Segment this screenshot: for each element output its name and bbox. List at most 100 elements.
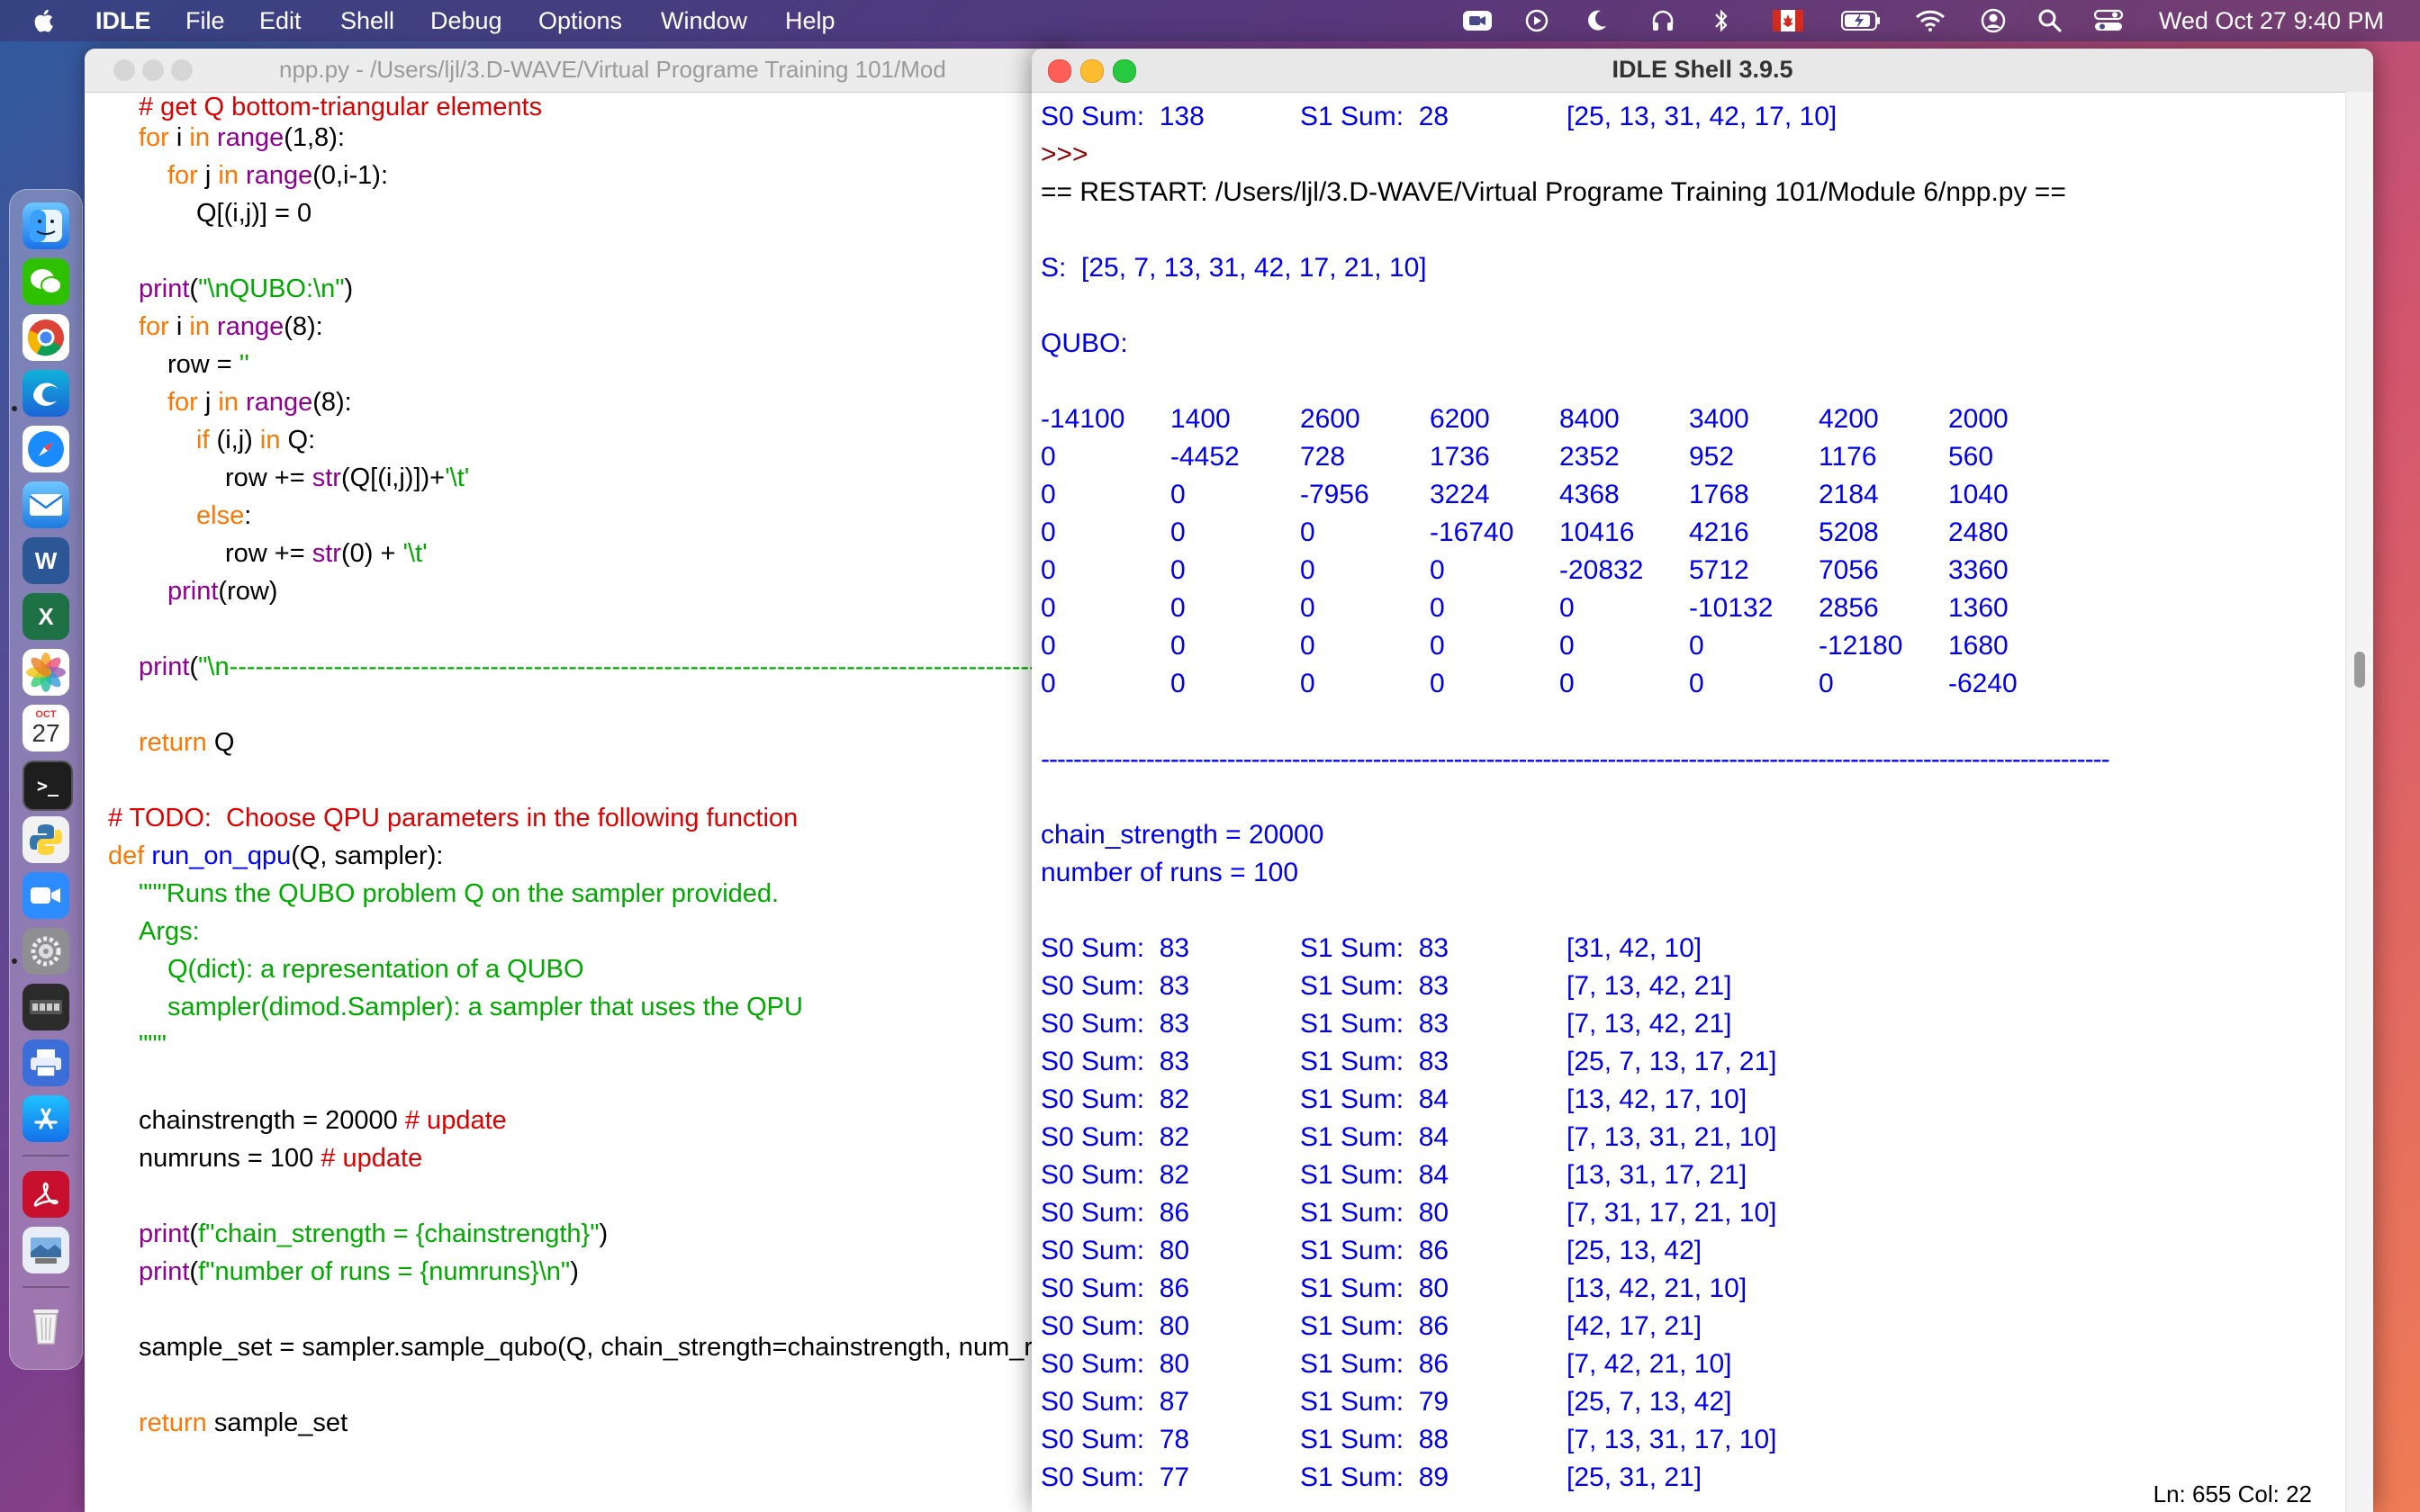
qubo-cell: 0 — [1170, 631, 1186, 661]
bluetooth-icon[interactable] — [1709, 5, 1734, 36]
menu-bar: IDLE File Edit Shell Debug Options Windo… — [0, 0, 2420, 41]
preview-screenshots-icon[interactable] — [23, 1227, 69, 1274]
calendar-icon[interactable]: OCT 27 — [23, 705, 69, 752]
previous-s1-sum: S1 Sum: 28 — [1300, 102, 1449, 131]
result-s0-sum: S0 Sum: 80 — [1041, 1349, 1190, 1379]
zoom-button[interactable] — [171, 59, 193, 81]
control-center-icon[interactable] — [2092, 5, 2125, 36]
chrome-icon[interactable] — [23, 314, 69, 361]
shell-title: IDLE Shell 3.9.5 — [1612, 56, 1793, 83]
app-store-icon[interactable] — [23, 1095, 69, 1142]
excel-icon[interactable]: X — [23, 593, 69, 640]
do-not-disturb-moon-icon[interactable] — [1581, 5, 1612, 36]
qubo-cell: -12180 — [1819, 631, 1903, 661]
code-line: sample_set = sampler.sample_qubo(Q, chai… — [139, 1333, 1075, 1362]
qubo-cell: 0 — [1170, 555, 1186, 585]
scrollbar-thumb[interactable] — [2354, 652, 2365, 688]
result-s1-sum: S1 Sum: 80 — [1300, 1198, 1449, 1228]
system-preferences-gear-icon[interactable] — [23, 928, 69, 975]
wifi-icon[interactable] — [1914, 5, 1946, 36]
menu-file[interactable]: File — [185, 7, 225, 35]
calendar-day: 27 — [32, 719, 60, 747]
qubo-cell: 0 — [1430, 669, 1445, 698]
idle-shell-window: IDLE Shell 3.9.5 S0 Sum: 138 S1 Sum: 28 … — [1032, 49, 2373, 1512]
qubo-cell: 0 — [1300, 631, 1315, 661]
result-s1-sum: S1 Sum: 86 — [1300, 1236, 1449, 1265]
menu-debug[interactable]: Debug — [430, 7, 502, 35]
screen-record-icon[interactable] — [1522, 5, 1552, 36]
result-s0-sum: S0 Sum: 80 — [1041, 1236, 1190, 1265]
python-launcher-icon[interactable] — [23, 816, 69, 863]
shell-scrollbar[interactable] — [2345, 92, 2373, 1512]
zoom-status-icon[interactable] — [1462, 5, 1493, 36]
menu-edit[interactable]: Edit — [259, 7, 302, 35]
shell-output-area[interactable]: S0 Sum: 138 S1 Sum: 28 [25, 13, 31, 42, … — [1032, 92, 2346, 1512]
qubo-cell: 0 — [1689, 669, 1704, 698]
editor-window: npp.py - /Users/ljl/3.D-WAVE/Virtual Pro… — [85, 49, 1075, 1512]
code-line: Args: — [139, 917, 200, 946]
qubo-cell: 2184 — [1819, 480, 1879, 509]
mail-icon[interactable] — [23, 482, 69, 528]
menu-bar-clock[interactable]: Wed Oct 27 9:40 PM — [2159, 7, 2384, 35]
menu-shell[interactable]: Shell — [340, 7, 394, 35]
result-s1-sum: S1 Sum: 84 — [1300, 1160, 1449, 1190]
wechat-icon[interactable] — [23, 258, 69, 305]
qubo-cell: 0 — [1041, 480, 1056, 509]
menu-help[interactable]: Help — [785, 7, 835, 35]
photos-icon[interactable] — [23, 649, 69, 696]
headphones-icon[interactable] — [1648, 5, 1678, 36]
qubo-cell: 0 — [1430, 555, 1445, 585]
qubo-cell: 3400 — [1689, 404, 1749, 434]
code-line: sampler(dimod.Sampler): a sampler that u… — [167, 993, 803, 1022]
input-source-flag-icon[interactable] — [1772, 5, 1804, 36]
result-s0-sum: S0 Sum: 83 — [1041, 1047, 1190, 1076]
menu-options[interactable]: Options — [538, 7, 622, 35]
code-line: print(f"chain_strength = {chainstrength}… — [139, 1220, 609, 1248]
safari-icon[interactable] — [23, 426, 69, 472]
printer-icon[interactable] — [23, 1040, 69, 1086]
qubo-cell: 6200 — [1430, 404, 1490, 434]
code-line: for j in range(0,i-1): — [167, 161, 389, 190]
apple-menu-icon[interactable] — [31, 5, 59, 36]
zoom-app-icon[interactable] — [23, 872, 69, 919]
code-line: return sample_set — [139, 1408, 348, 1437]
spotlight-search-icon[interactable] — [2036, 5, 2063, 36]
terminal-icon[interactable]: >_ — [23, 760, 73, 811]
result-subset: [25, 31, 21] — [1567, 1462, 1702, 1492]
result-s1-sum: S1 Sum: 83 — [1300, 971, 1449, 1001]
qubo-cell: 560 — [1948, 442, 1994, 472]
minimize-button[interactable] — [142, 59, 164, 81]
app-menu-idle[interactable]: IDLE — [95, 7, 151, 35]
shell-prompt: >>> — [1041, 140, 1088, 169]
word-icon[interactable]: W — [23, 537, 69, 584]
result-subset: [13, 42, 21, 10] — [1567, 1274, 1747, 1303]
shell-title-bar[interactable]: IDLE Shell 3.9.5 — [1032, 49, 2373, 93]
qubo-cell: -4452 — [1170, 442, 1240, 472]
close-button[interactable] — [113, 59, 135, 81]
code-editor-area[interactable]: # get Q bottom-triangular elements for i… — [85, 92, 1075, 1496]
code-line: """ — [139, 1030, 167, 1059]
qubo-cell: 0 — [1041, 442, 1056, 472]
trash-icon[interactable] — [23, 1302, 69, 1349]
qubo-cell: 1768 — [1689, 480, 1749, 509]
result-subset: [31, 42, 10] — [1567, 933, 1702, 963]
finder-icon[interactable] — [23, 202, 69, 249]
code-line: """Runs the QUBO problem Q on the sample… — [139, 879, 780, 908]
sequencer-app-icon[interactable] — [23, 984, 69, 1030]
qubo-cell: 5208 — [1819, 518, 1879, 547]
qubo-cell: 0 — [1170, 669, 1186, 698]
battery-charging-icon[interactable] — [1840, 5, 1882, 36]
qubo-cell: -10132 — [1689, 593, 1774, 623]
result-s0-sum: S0 Sum: 82 — [1041, 1160, 1190, 1190]
editor-title-bar[interactable]: npp.py - /Users/ljl/3.D-WAVE/Virtual Pro… — [85, 49, 1075, 93]
qubo-cell: 1360 — [1948, 593, 2009, 623]
acrobat-reader-icon[interactable] — [23, 1171, 69, 1218]
qubo-cell: 952 — [1689, 442, 1735, 472]
menu-window[interactable]: Window — [661, 7, 747, 35]
previous-s0-sum: S0 Sum: 138 — [1041, 102, 1205, 131]
edge-icon[interactable] — [23, 370, 69, 417]
result-s1-sum: S1 Sum: 86 — [1300, 1349, 1449, 1379]
qubo-cell: 0 — [1559, 631, 1575, 661]
qubo-cell: 2600 — [1300, 404, 1360, 434]
user-account-icon[interactable] — [1979, 5, 2008, 36]
